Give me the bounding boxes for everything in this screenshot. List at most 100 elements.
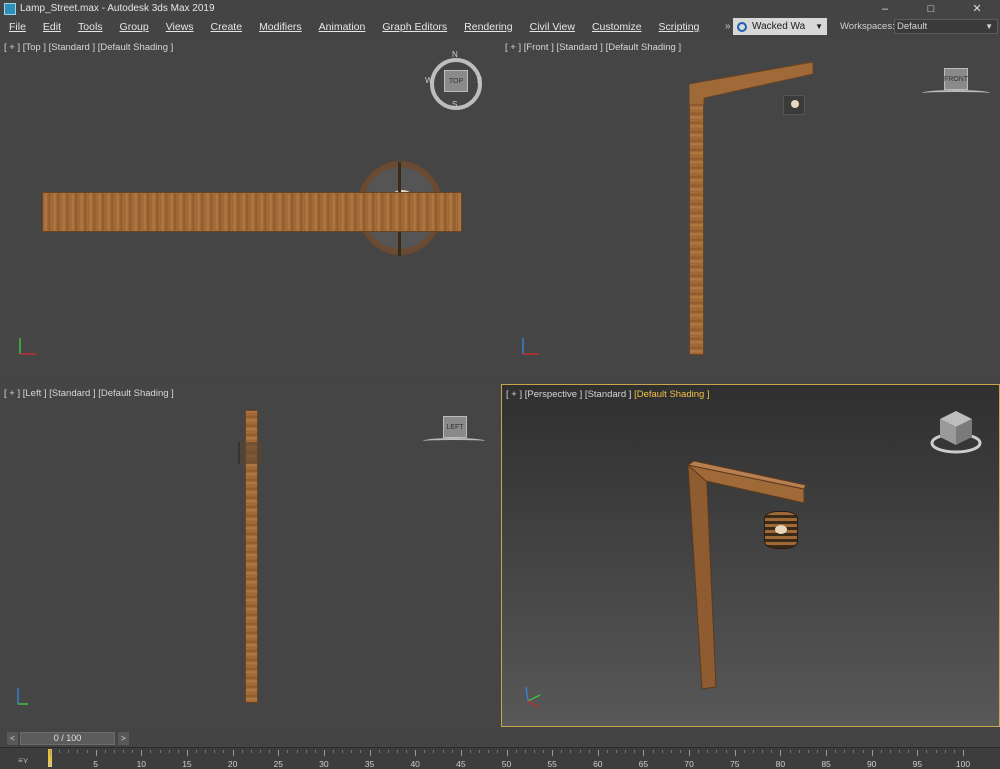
ruler-minor-tick — [588, 750, 590, 753]
ruler-minor-tick — [953, 750, 955, 753]
post-front — [689, 90, 704, 355]
ruler-tick-label: 75 — [730, 759, 740, 769]
menu-group[interactable]: Group — [111, 21, 157, 33]
ruler-minor-tick — [679, 750, 681, 753]
ruler-tick — [278, 750, 280, 756]
menu-edit[interactable]: Edit — [34, 21, 69, 33]
ruler-minor-tick — [889, 750, 891, 753]
title-bar: Lamp_Street.max - Autodesk 3ds Max 2019 … — [0, 0, 1000, 17]
user-name: Wacked Wa — [752, 21, 806, 32]
ruler-minor-tick — [305, 750, 307, 753]
viewport-perspective[interactable]: [ + ] [Perspective ] [Standard ] [Defaul… — [501, 384, 1000, 727]
close-button[interactable]: ✕ — [954, 0, 1000, 17]
workspaces-label: Workspaces: — [840, 21, 895, 32]
ruler-tick — [369, 750, 371, 756]
menu-bar: File Edit Tools Group Views Create Modif… — [0, 17, 1000, 37]
ruler-tick-label: 95 — [912, 759, 923, 769]
menu-modifiers[interactable]: Modifiers — [250, 21, 310, 33]
ruler-minor-tick — [862, 750, 864, 753]
ruler-minor-tick — [132, 750, 134, 753]
ruler-tick-label: 50 — [501, 759, 512, 769]
ruler-minor-tick — [424, 750, 426, 753]
menu-graph-editors[interactable]: Graph Editors — [373, 21, 455, 33]
lantern-bulb-perspective — [775, 525, 787, 534]
maximize-button[interactable]: □ — [908, 0, 954, 17]
ruler-minor-tick — [59, 750, 61, 753]
viewport-front[interactable]: [ + ] [Front ] [Standard ] [Default Shad… — [501, 38, 1000, 380]
viewcube-left[interactable]: LEFT — [443, 416, 467, 438]
ruler-minor-tick — [725, 750, 727, 753]
menu-rendering[interactable]: Rendering — [455, 21, 520, 33]
ruler-minor-tick — [844, 750, 846, 753]
viewport-label[interactable]: [ + ] [Perspective ] [Standard ] [Defaul… — [506, 389, 710, 400]
ruler-tick-label: 85 — [821, 759, 831, 769]
ruler-minor-tick — [259, 750, 261, 753]
viewport-label[interactable]: [ + ] [Left ] [Standard ] [Default Shadi… — [4, 388, 174, 399]
menu-scripting[interactable]: Scripting — [650, 21, 708, 33]
viewport-label[interactable]: [ + ] [Front ] [Standard ] [Default Shad… — [505, 42, 681, 53]
viewcube-front[interactable]: FRONT — [944, 68, 968, 90]
menu-file[interactable]: File — [0, 21, 34, 33]
ruler-minor-tick — [269, 750, 271, 753]
ruler-minor-tick — [625, 750, 627, 753]
chevron-down-icon: ▼ — [815, 22, 823, 31]
ruler-minor-tick — [935, 750, 937, 753]
ruler-minor-tick — [771, 750, 773, 753]
viewport-left[interactable]: [ + ] [Left ] [Standard ] [Default Shadi… — [0, 384, 499, 726]
ruler-minor-tick — [497, 750, 499, 753]
ruler-tick-label: 30 — [319, 759, 329, 769]
menu-civil-view[interactable]: Civil View — [521, 21, 583, 33]
viewcube-ring[interactable] — [922, 90, 990, 96]
time-slider-bar: < 0 / 100 > — [0, 729, 1000, 747]
ruler-minor-tick — [469, 750, 471, 753]
ruler-tick — [734, 750, 736, 756]
ruler-tick — [95, 750, 97, 756]
ruler-minor-tick — [168, 750, 170, 753]
compass-n: N — [452, 50, 458, 59]
compass-s: S — [452, 100, 458, 109]
menu-create[interactable]: Create — [202, 21, 251, 33]
track-bar-mode-icon[interactable]: ≡⋎ — [18, 756, 29, 765]
viewcube-ring[interactable] — [423, 438, 485, 444]
ruler-tick — [689, 750, 691, 756]
viewport-shading-label[interactable]: [Default Shading ] — [634, 389, 710, 400]
compass-e: E — [477, 76, 483, 85]
ruler-minor-tick — [835, 750, 837, 753]
ruler-minor-tick — [488, 750, 490, 753]
viewport-top[interactable]: [ + ] [Top ] [Standard ] [Default Shadin… — [0, 38, 499, 380]
menu-views[interactable]: Views — [157, 21, 202, 33]
ruler-minor-tick — [753, 750, 754, 753]
menu-customize[interactable]: Customize — [583, 21, 650, 33]
ruler-minor-tick — [351, 750, 353, 753]
prev-frame-button[interactable]: < — [7, 732, 18, 745]
viewcube-top[interactable]: TOP — [444, 70, 468, 92]
ruler-minor-tick — [743, 750, 745, 753]
ruler-tick — [871, 750, 873, 756]
time-slider[interactable]: 0 / 100 — [20, 732, 115, 745]
lamp-post-perspective — [686, 460, 807, 690]
ruler-minor-tick — [241, 750, 243, 753]
user-account-dropdown[interactable]: Wacked Wa ▼ — [733, 18, 827, 35]
ruler-minor-tick — [104, 750, 106, 753]
next-frame-button[interactable]: > — [118, 732, 129, 745]
ruler-tick-label: 45 — [456, 759, 466, 769]
ruler-minor-tick — [123, 750, 125, 753]
ruler-minor-tick — [670, 750, 672, 753]
menu-tools[interactable]: Tools — [69, 21, 111, 33]
ruler-minor-tick — [579, 750, 581, 753]
ruler-tick-label: 10 — [136, 759, 147, 769]
menu-animation[interactable]: Animation — [310, 21, 374, 33]
minimize-button[interactable]: – — [862, 0, 908, 17]
ruler-minor-tick — [296, 750, 298, 753]
ruler-tick-label: 15 — [182, 759, 192, 769]
ruler-tick — [460, 750, 462, 756]
ruler-tick — [552, 750, 554, 756]
viewport-label[interactable]: [ + ] [Top ] [Standard ] [Default Shadin… — [4, 42, 173, 53]
track-bar[interactable]: ≡⋎ 0 5 10 15 20 25 30 35 40 45 50 55 60 65 70 75 80 85 90 9… — [0, 747, 1000, 769]
ruler-minor-tick — [177, 750, 179, 753]
ruler-minor-tick — [287, 750, 289, 753]
ruler-tick — [323, 750, 325, 756]
ruler-tick — [232, 750, 234, 756]
viewcube-perspective[interactable] — [928, 409, 984, 457]
workspace-select[interactable]: Default ▼ — [894, 19, 998, 34]
